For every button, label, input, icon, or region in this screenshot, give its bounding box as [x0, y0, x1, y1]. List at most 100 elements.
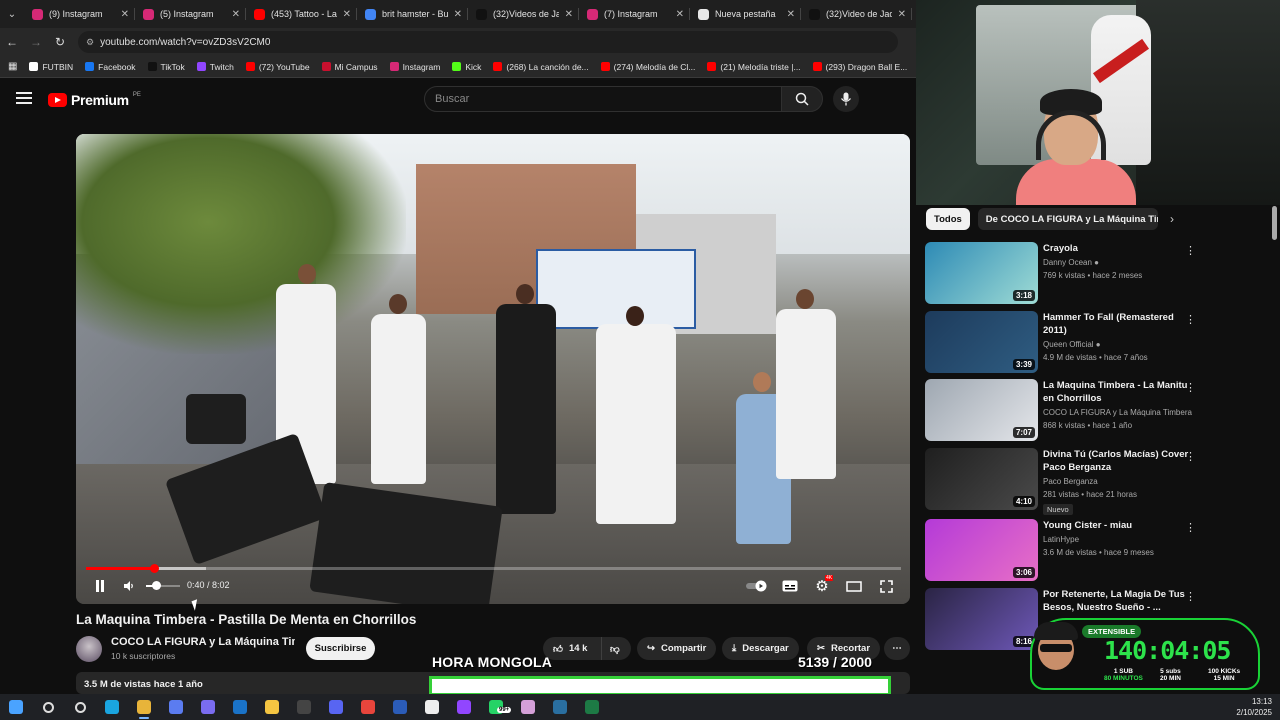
download-button[interactable]: ⤓ Descargar — [722, 637, 799, 660]
video-thumbnail[interactable]: 3:18 — [925, 242, 1038, 304]
bookmark-item[interactable]: TikTok — [147, 62, 185, 72]
recommendation-item[interactable]: 3:39 Hammer To Fall (Remastered 2011) Que… — [925, 311, 1265, 373]
taskbar-app[interactable] — [544, 694, 576, 720]
back-icon[interactable]: ← — [0, 35, 24, 49]
bookmark-item[interactable]: Kick — [452, 62, 481, 72]
site-info-icon[interactable]: ⚙ — [86, 37, 94, 48]
voice-search-button[interactable] — [833, 86, 859, 112]
bookmark-item[interactable]: (274) Melodía de Cl... — [600, 62, 695, 72]
browser-tab[interactable]: (5) Instagram ✕ — [135, 0, 246, 28]
bookmark-item[interactable]: Facebook — [85, 62, 136, 72]
taskbar-app[interactable] — [320, 694, 352, 720]
search-button[interactable] — [781, 86, 823, 112]
taskbar-app[interactable] — [32, 694, 64, 720]
reload-icon[interactable]: ↻ — [48, 35, 72, 49]
sub-info: 1 SUB 80 MINUTOS — [1104, 668, 1143, 682]
taskbar-app[interactable] — [352, 694, 384, 720]
channel-avatar[interactable] — [76, 636, 102, 662]
progress-bar[interactable] — [86, 567, 901, 570]
channel-name[interactable]: COCO LA FIGURA y La Máquina Tim... — [111, 636, 295, 648]
browser-tab[interactable]: (7) Instagram ✕ — [579, 0, 690, 28]
video-thumbnail[interactable]: 4:10 — [925, 448, 1038, 510]
bookmark-item[interactable]: FUTBIN — [29, 62, 73, 72]
bookmark-item[interactable]: Mi Campus — [321, 62, 378, 72]
browser-tab[interactable]: brit hamster - Bus ✕ — [357, 0, 468, 28]
chip-channel[interactable]: De COCO LA FIGURA y La Máquina Timbera — [977, 208, 1158, 230]
close-icon[interactable]: ✕ — [232, 9, 240, 20]
recommendation-item[interactable]: 3:06 Young Cister - miau LatinHype 3.6 M d… — [925, 519, 1265, 581]
browser-tab[interactable]: Nueva pestaña ✕ — [690, 0, 801, 28]
search-input[interactable]: Buscar — [424, 86, 782, 112]
more-vert-icon[interactable]: ⋮ — [1185, 244, 1196, 257]
video-thumbnail[interactable]: 8:16 — [925, 588, 1038, 650]
more-vert-icon[interactable]: ⋮ — [1185, 313, 1196, 326]
bookmark-item[interactable]: (72) YouTube — [245, 62, 310, 72]
bookmark-item[interactable]: (268) La canción de... — [493, 62, 589, 72]
more-actions-button[interactable]: ⋯ — [884, 637, 910, 660]
browser-tab[interactable]: (9) Instagram ✕ — [24, 0, 135, 28]
autoplay-toggle[interactable] — [745, 577, 769, 595]
recommendation-item[interactable]: 7:07 La Maquina Timbera - La Manitu en C… — [925, 379, 1265, 441]
video-thumbnail[interactable]: 3:06 — [925, 519, 1038, 581]
apps-icon[interactable]: ▦ — [8, 61, 17, 72]
subscribe-button[interactable]: Suscribirse — [306, 637, 375, 660]
steam-icon — [553, 700, 567, 714]
close-icon[interactable]: ✕ — [898, 9, 906, 20]
subtitles-button[interactable] — [781, 577, 799, 595]
taskbar-app[interactable] — [512, 694, 544, 720]
video-player[interactable] — [76, 134, 910, 604]
taskbar-app[interactable] — [448, 694, 480, 720]
taskbar-app[interactable] — [0, 694, 32, 720]
pause-button[interactable] — [92, 577, 108, 595]
taskbar-app[interactable] — [160, 694, 192, 720]
close-icon[interactable]: ✕ — [121, 9, 129, 20]
browser-tab[interactable]: (32)Video de Jade ✕ — [801, 0, 912, 28]
more-vert-icon[interactable]: ⋮ — [1185, 381, 1196, 394]
close-icon[interactable]: ✕ — [565, 9, 573, 20]
chevron-right-icon[interactable]: › — [1170, 212, 1174, 226]
taskbar-app[interactable] — [128, 694, 160, 720]
theater-mode-button[interactable] — [845, 577, 863, 595]
close-icon[interactable]: ✕ — [454, 9, 462, 20]
bookmark-item[interactable]: Instagram — [389, 62, 440, 72]
browser-tab[interactable]: (32)Videos de Jad ✕ — [468, 0, 579, 28]
chip-all[interactable]: Todos — [926, 208, 970, 230]
recommendation-item[interactable]: 4:10 Divina Tú (Carlos Macías) Cover Pac… — [925, 448, 1265, 515]
close-icon[interactable]: ✕ — [676, 9, 684, 20]
forward-icon[interactable]: → — [24, 35, 48, 49]
share-button[interactable]: ↪ Compartir — [637, 637, 717, 660]
dislike-button[interactable]: 👎︎ — [601, 637, 631, 660]
system-clock[interactable]: 13:13 2/10/2025 — [1236, 696, 1272, 718]
youtube-logo[interactable]: Premium PE — [48, 92, 141, 108]
bookmark-item[interactable]: (21) Melodía triste |... — [707, 62, 801, 72]
taskbar-app[interactable] — [64, 694, 96, 720]
tab-search-icon[interactable]: ⌄ — [0, 0, 24, 28]
browser-tab[interactable]: (453) Tattoo - La I ✕ — [246, 0, 357, 28]
bookmark-item[interactable]: (293) Dragon Ball E... — [812, 62, 907, 72]
taskbar-app[interactable] — [384, 694, 416, 720]
taskbar-app[interactable] — [416, 694, 448, 720]
taskbar-app[interactable] — [256, 694, 288, 720]
close-icon[interactable]: ✕ — [343, 9, 351, 20]
fullscreen-button[interactable] — [877, 577, 895, 595]
close-icon[interactable]: ✕ — [787, 9, 795, 20]
taskbar-app[interactable] — [192, 694, 224, 720]
menu-icon[interactable] — [16, 92, 32, 104]
more-vert-icon[interactable]: ⋮ — [1185, 521, 1196, 534]
taskbar-app[interactable] — [224, 694, 256, 720]
video-thumbnail[interactable]: 7:07 — [925, 379, 1038, 441]
taskbar-app[interactable] — [288, 694, 320, 720]
scrollbar[interactable] — [1272, 206, 1277, 240]
more-vert-icon[interactable]: ⋮ — [1185, 450, 1196, 463]
taskbar-app[interactable] — [96, 694, 128, 720]
progress-scrubber[interactable] — [149, 564, 159, 573]
taskbar-app[interactable]: 99+ — [480, 694, 512, 720]
settings-button[interactable]: ⚙ 4K — [813, 575, 834, 595]
volume-button[interactable] — [121, 577, 137, 595]
url-bar[interactable]: ⚙ youtube.com/watch?v=ovZD3sV2CM0 — [78, 31, 898, 53]
bookmark-item[interactable]: Twitch — [196, 62, 234, 72]
more-vert-icon[interactable]: ⋮ — [1185, 590, 1196, 603]
recommendation-item[interactable]: 3:18 Crayola Danny Ocean ● 769 k vistas • … — [925, 242, 1265, 304]
video-thumbnail[interactable]: 3:39 — [925, 311, 1038, 373]
taskbar-app[interactable] — [576, 694, 608, 720]
